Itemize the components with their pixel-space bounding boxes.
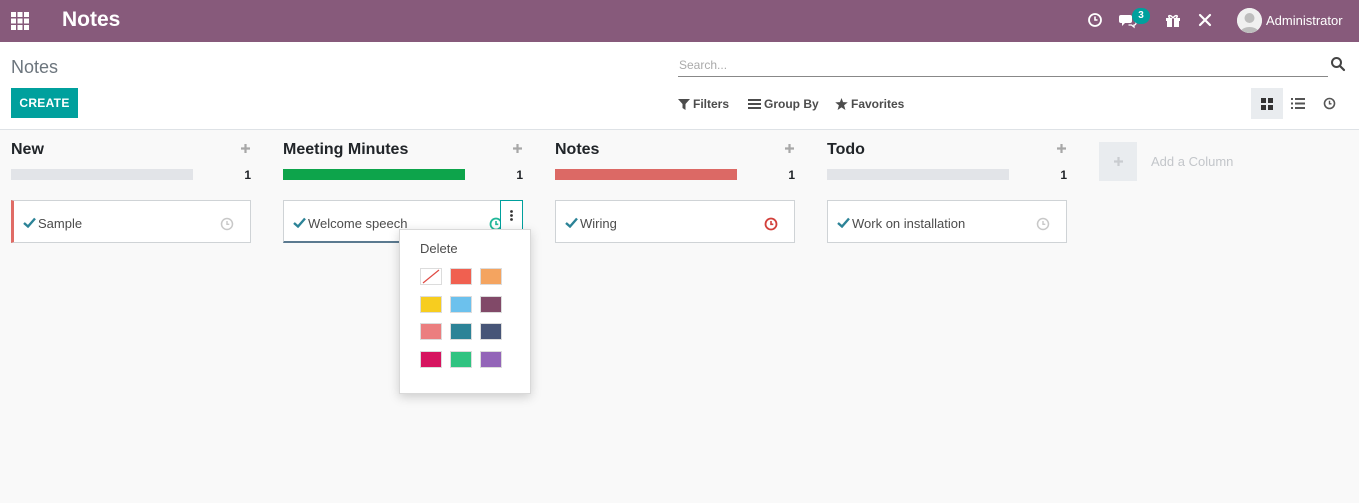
delete-menu-item[interactable]: Delete xyxy=(420,241,458,256)
user-menu[interactable]: Administrator xyxy=(1237,7,1343,33)
gift-icon[interactable] xyxy=(1163,10,1183,30)
filters-label: Filters xyxy=(693,97,730,111)
star-icon xyxy=(835,98,848,110)
color-swatch[interactable] xyxy=(420,295,442,313)
top-navbar: Notes 3 Administrator xyxy=(0,0,1359,42)
column-title[interactable]: Meeting Minutes xyxy=(283,141,408,159)
no-color-icon xyxy=(422,269,440,284)
checkmark-icon xyxy=(23,217,36,228)
plus-icon[interactable] xyxy=(512,143,523,154)
column-count: 1 xyxy=(788,168,795,182)
group-by-icon xyxy=(748,99,761,109)
checkmark-icon xyxy=(837,217,850,228)
color-swatch[interactable] xyxy=(450,350,472,368)
color-swatch[interactable] xyxy=(420,350,442,368)
color-swatch[interactable] xyxy=(480,350,502,368)
avatar xyxy=(1237,7,1262,33)
kanban-card[interactable]: Sample xyxy=(11,200,251,243)
column-progress-bar[interactable] xyxy=(283,169,465,180)
group-by-label: Group By xyxy=(764,97,819,111)
color-swatch[interactable] xyxy=(480,323,502,340)
search-input[interactable] xyxy=(678,53,1328,77)
color-swatch[interactable] xyxy=(420,323,442,340)
color-swatch[interactable] xyxy=(450,295,472,313)
breadcrumb: Notes xyxy=(11,57,59,77)
group-by-button[interactable]: Group By xyxy=(748,95,819,113)
add-column-button[interactable]: Add a Column xyxy=(1099,142,1233,181)
add-column-label: Add a Column xyxy=(1151,154,1234,169)
add-column-box xyxy=(1099,142,1137,181)
column-progress-bar[interactable] xyxy=(555,169,737,180)
list-icon xyxy=(1291,98,1305,109)
filter-icon xyxy=(678,98,690,110)
color-swatch[interactable] xyxy=(420,268,442,285)
progress-fill xyxy=(555,169,737,180)
column-count: 1 xyxy=(516,168,523,182)
column-title[interactable]: Notes xyxy=(555,141,599,159)
column-count: 1 xyxy=(1060,168,1067,182)
card-dropdown-menu: Delete xyxy=(399,229,531,394)
app-grid-icon[interactable] xyxy=(11,12,29,30)
plus-icon[interactable] xyxy=(784,143,795,154)
kanban-icon xyxy=(1261,97,1273,110)
clock-icon xyxy=(1323,97,1335,110)
favorites-label: Favorites xyxy=(851,97,905,111)
kanban-card[interactable]: Work on installation xyxy=(827,200,1067,243)
user-name: Administrator xyxy=(1266,12,1343,28)
column-progress-bar[interactable] xyxy=(11,169,193,180)
filters-button[interactable]: Filters xyxy=(678,95,729,113)
search-icon[interactable] xyxy=(1330,56,1346,72)
create-button[interactable]: CREATE xyxy=(11,88,78,118)
column-title[interactable]: Todo xyxy=(827,141,865,159)
column-count: 1 xyxy=(244,168,251,182)
activity-view-button[interactable] xyxy=(1313,88,1345,119)
plus-icon[interactable] xyxy=(240,143,251,154)
column-title[interactable]: New xyxy=(11,141,44,159)
color-swatch[interactable] xyxy=(450,268,472,285)
plus-icon xyxy=(1113,157,1123,166)
checkmark-icon xyxy=(565,217,578,228)
card-dropdown-toggle[interactable] xyxy=(500,200,523,231)
card-title: Work on installation xyxy=(852,216,966,231)
user-avatar-icon xyxy=(1237,7,1262,33)
card-title: Wiring xyxy=(580,216,617,231)
progress-fill xyxy=(283,169,465,180)
column-progress-bar[interactable] xyxy=(827,169,1009,180)
favorites-button[interactable]: Favorites xyxy=(835,95,904,113)
color-swatch[interactable] xyxy=(480,268,502,285)
activity-clock-icon[interactable] xyxy=(220,217,234,231)
chat-count-badge: 3 xyxy=(1132,8,1150,24)
plus-icon[interactable] xyxy=(1056,143,1067,154)
card-title: Sample xyxy=(38,216,83,231)
checkmark-icon xyxy=(293,217,306,228)
tools-icon[interactable] xyxy=(1195,10,1215,30)
card-title: Welcome speech xyxy=(308,216,408,231)
color-swatch[interactable] xyxy=(480,295,502,313)
activity-clock-icon[interactable] xyxy=(1085,10,1105,30)
app-title[interactable]: Notes xyxy=(62,8,120,32)
control-panel: Notes CREATE Filters Group By Favorites xyxy=(0,42,1359,130)
kanban-view-button[interactable] xyxy=(1251,88,1283,119)
activity-clock-icon[interactable] xyxy=(764,217,778,231)
activity-clock-icon[interactable] xyxy=(1036,217,1050,231)
kanban-card[interactable]: Wiring xyxy=(555,200,795,243)
color-swatch[interactable] xyxy=(450,323,472,340)
list-view-button[interactable] xyxy=(1282,88,1314,119)
kebab-menu-icon xyxy=(510,210,513,221)
